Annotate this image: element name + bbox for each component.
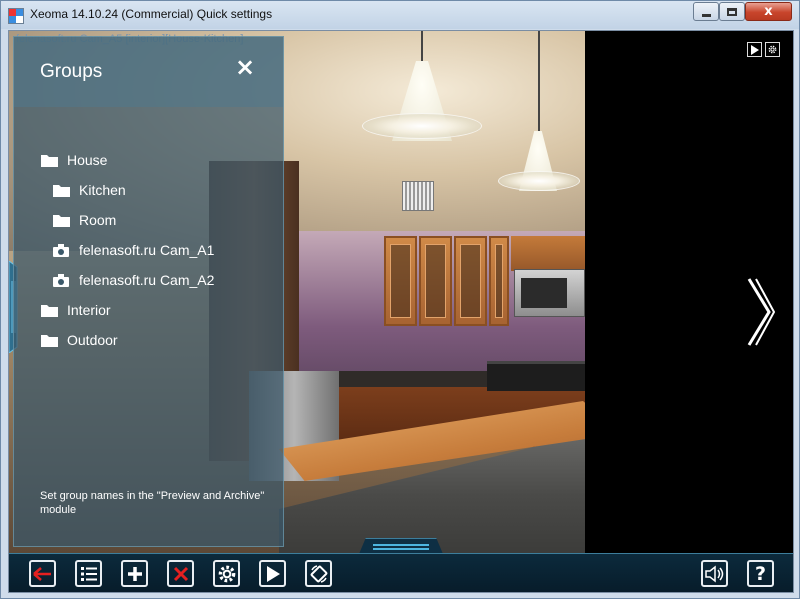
bottom-toolbar: ? xyxy=(9,553,793,592)
add-button[interactable] xyxy=(121,560,148,587)
groups-panel: Groups × House Kitchen Room felenasoft.r… xyxy=(13,36,284,547)
tree-item-label: House xyxy=(67,152,108,168)
play-button[interactable] xyxy=(259,560,286,587)
window-title: Xeoma 14.10.24 (Commercial) Quick settin… xyxy=(30,7,273,21)
panel-title: Groups xyxy=(40,61,103,82)
hood-cabinet xyxy=(511,236,585,271)
minimize-button[interactable] xyxy=(693,2,719,21)
folder-icon xyxy=(52,212,70,228)
camera-controls xyxy=(747,42,780,57)
upper-cabinet xyxy=(419,236,452,326)
tree-item-label: Interior xyxy=(67,302,111,318)
folder-icon xyxy=(40,332,58,348)
tree-item-label: Kitchen xyxy=(79,182,126,198)
help-icon: ? xyxy=(754,562,767,585)
camera-icon xyxy=(52,272,70,288)
tree-item-cam-a1[interactable]: felenasoft.ru Cam_A1 xyxy=(52,240,214,260)
upper-cabinet xyxy=(489,236,509,326)
rotate-icon xyxy=(310,564,327,583)
maximize-button[interactable] xyxy=(719,2,745,21)
microwave xyxy=(514,269,585,317)
stove xyxy=(487,361,585,391)
app-window: Xeoma 14.10.24 (Commercial) Quick settin… xyxy=(0,0,800,599)
rotate-button[interactable] xyxy=(305,560,332,587)
list-icon xyxy=(80,566,97,581)
tree-item-interior[interactable]: Interior xyxy=(40,300,111,320)
tree-item-label: Room xyxy=(79,212,117,228)
tree-item-label: Outdoor xyxy=(67,332,118,348)
gear-icon xyxy=(218,565,235,582)
tree-item-label: felenasoft.ru Cam_A1 xyxy=(79,242,215,258)
toolbar-tab-handle[interactable] xyxy=(359,538,443,554)
delete-button[interactable] xyxy=(167,560,194,587)
play-icon xyxy=(266,565,280,582)
list-button[interactable] xyxy=(75,560,102,587)
folder-icon xyxy=(52,182,70,198)
upper-cabinet xyxy=(454,236,487,326)
client-area: felenasoft.ru Cam_A5 [interior][House-Ki… xyxy=(8,30,794,593)
sound-button[interactable] xyxy=(701,560,728,587)
close-window-button[interactable]: x xyxy=(745,2,792,21)
tree-item-outdoor[interactable]: Outdoor xyxy=(40,330,118,350)
plus-icon xyxy=(127,566,142,581)
tree-item-kitchen[interactable]: Kitchen xyxy=(52,180,126,200)
close-icon: x xyxy=(764,4,773,19)
title-bar[interactable]: Xeoma 14.10.24 (Commercial) Quick settin… xyxy=(1,1,799,29)
play-icon xyxy=(751,44,759,55)
groups-panel-header: Groups × xyxy=(14,37,283,107)
xeoma-app-icon xyxy=(8,8,24,24)
gear-icon xyxy=(768,45,777,54)
upper-cabinet xyxy=(384,236,417,326)
speaker-icon xyxy=(704,564,723,583)
panel-hint-text: Set group names in the "Preview and Arch… xyxy=(40,490,265,516)
tree-item-cam-a2[interactable]: felenasoft.ru Cam_A2 xyxy=(52,270,214,290)
tree-item-label: felenasoft.ru Cam_A2 xyxy=(79,272,215,288)
close-panel-button[interactable]: × xyxy=(234,55,256,79)
camera-settings-button[interactable] xyxy=(765,42,780,57)
folder-icon xyxy=(40,152,58,168)
folder-icon xyxy=(40,302,58,318)
tree-item-room[interactable]: Room xyxy=(52,210,116,230)
camera-play-button[interactable] xyxy=(747,42,762,57)
back-button[interactable] xyxy=(29,560,56,587)
maximize-icon xyxy=(727,7,737,16)
tree-item-house[interactable]: House xyxy=(40,150,107,170)
camera-icon xyxy=(52,242,70,258)
x-icon xyxy=(173,566,188,581)
arrow-left-icon xyxy=(33,566,51,581)
help-button[interactable]: ? xyxy=(747,560,774,587)
settings-button[interactable] xyxy=(213,560,240,587)
minimize-icon xyxy=(701,13,711,17)
next-camera-arrow-icon[interactable] xyxy=(747,277,775,347)
air-vent xyxy=(402,181,434,211)
